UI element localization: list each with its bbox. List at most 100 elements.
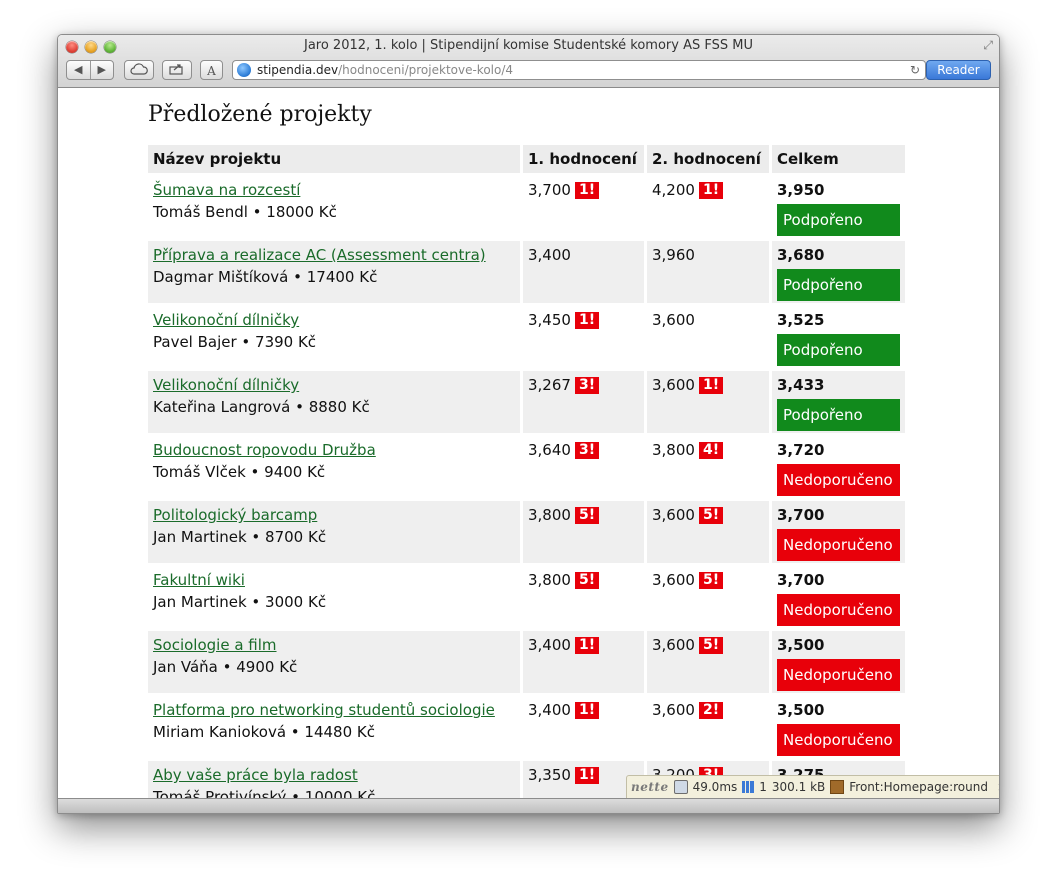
rating2-cell: 4,200 1! <box>647 176 769 238</box>
rating2-score: 3,600 <box>652 506 695 524</box>
reader-button[interactable]: Reader <box>926 60 991 80</box>
warning-badge: 5! <box>574 507 600 524</box>
warning-badge: 1! <box>574 312 600 329</box>
debug-route: Front:Homepage:round <box>849 780 988 794</box>
rating2-cell: 3,600 1! <box>647 371 769 433</box>
total-score: 3,500 <box>777 701 825 719</box>
warning-badge: 3! <box>574 442 600 459</box>
rating1-cell: 3,800 5! <box>523 501 644 563</box>
total-cell: 3,700 Nedoporučeno <box>772 501 905 563</box>
project-cell: Budoucnost ropovodu Družba Tomáš Vlček • … <box>148 436 520 498</box>
project-applicant-amount: Kateřina Langrová • 8880 Kč <box>153 398 370 416</box>
total-cell: 3,500 Nedoporučeno <box>772 631 905 693</box>
back-forward-buttons: ◀ ▶ <box>66 60 114 80</box>
forward-icon[interactable]: ▶ <box>91 61 114 79</box>
projects-table: Název projektu 1. hodnocení 2. hodnocení… <box>145 142 908 798</box>
project-applicant-amount: Dagmar Mištíková • 17400 Kč <box>153 268 378 286</box>
warning-badge: 1! <box>574 702 600 719</box>
total-score: 3,700 <box>777 506 825 524</box>
status-badge: Nedoporučeno <box>777 464 900 496</box>
total-score: 3,433 <box>777 376 825 394</box>
rating1-cell: 3,800 5! <box>523 566 644 628</box>
total-score: 3,500 <box>777 636 825 654</box>
rating1-cell: 3,400 <box>523 241 644 303</box>
column-header-name: Název projektu <box>148 145 520 173</box>
rating1-score: 3,800 <box>528 571 571 589</box>
address-bar[interactable]: stipendia.dev/hodnoceni/projektove-kolo/… <box>232 60 926 80</box>
total-cell: 3,950 Podpořeno <box>772 176 905 238</box>
rating1-score: 3,450 <box>528 311 571 329</box>
project-link[interactable]: Aby vaše práce byla radost <box>153 765 515 786</box>
rating2-cell: 3,600 2! <box>647 696 769 758</box>
column-header-rating2: 2. hodnocení <box>647 145 769 173</box>
status-badge: Nedoporučeno <box>777 594 900 626</box>
address-path: /hodnoceni/projektove-kolo/4 <box>338 63 514 77</box>
project-link[interactable]: Velikonoční dílničky <box>153 310 515 331</box>
warning-badge: 1! <box>574 767 600 784</box>
table-header-row: Název projektu 1. hodnocení 2. hodnocení… <box>148 145 905 173</box>
total-cell: 3,720 Nedoporučeno <box>772 436 905 498</box>
debug-bar-close-button[interactable]: × <box>997 776 999 798</box>
share-button[interactable] <box>162 60 192 80</box>
project-link[interactable]: Politologický barcamp <box>153 505 515 526</box>
cloud-icon <box>130 63 148 75</box>
status-badge: Nedoporučeno <box>777 659 900 691</box>
project-cell: Velikonoční dílničky Kateřina Langrová • … <box>148 371 520 433</box>
project-link[interactable]: Platforma pro networking studentů sociol… <box>153 700 515 721</box>
rating1-score: 3,400 <box>528 636 571 654</box>
table-row: Platforma pro networking studentů sociol… <box>148 696 905 758</box>
project-applicant-amount: Tomáš Bendl • 18000 Kč <box>153 203 337 221</box>
rating1-cell: 3,640 3! <box>523 436 644 498</box>
warning-badge: 5! <box>574 572 600 589</box>
status-badge: Nedoporučeno <box>777 724 900 756</box>
rating1-score: 3,400 <box>528 246 571 264</box>
reload-icon[interactable]: ↻ <box>910 61 920 79</box>
table-row: Fakultní wiki Jan Martinek • 3000 Kč 3,800… <box>148 566 905 628</box>
rating1-cell: 3,267 3! <box>523 371 644 433</box>
total-score: 3,525 <box>777 311 825 329</box>
project-link[interactable]: Šumava na rozcestí <box>153 180 515 201</box>
total-score: 3,680 <box>777 246 825 264</box>
rating2-score: 3,960 <box>652 246 695 264</box>
warning-badge: 4! <box>698 442 724 459</box>
rating2-cell: 3,600 <box>647 306 769 368</box>
rating2-score: 4,200 <box>652 181 695 199</box>
rating1-score: 3,350 <box>528 766 571 784</box>
warning-badge: 1! <box>574 182 600 199</box>
rating1-cell: 3,700 1! <box>523 176 644 238</box>
project-link[interactable]: Budoucnost ropovodu Družba <box>153 440 515 461</box>
project-link[interactable]: Příprava a realizace AC (Assessment cent… <box>153 245 515 266</box>
project-cell: Politologický barcamp Jan Martinek • 8700… <box>148 501 520 563</box>
font-size-button[interactable]: A <box>200 60 223 80</box>
back-icon[interactable]: ◀ <box>67 61 91 79</box>
project-link[interactable]: Sociologie a film <box>153 635 515 656</box>
warning-badge: 5! <box>698 572 724 589</box>
project-link[interactable]: Velikonoční dílničky <box>153 375 515 396</box>
nette-debug-bar[interactable]: nette 49.0ms 1 300.1 kB Front:Homepage:r… <box>626 775 999 799</box>
table-row: Šumava na rozcestí Tomáš Bendl • 18000 Kč… <box>148 176 905 238</box>
warning-badge: 3! <box>574 377 600 394</box>
total-score: 3,950 <box>777 181 825 199</box>
icloud-tabs-button[interactable] <box>124 60 154 80</box>
address-domain: stipendia.dev <box>257 63 339 77</box>
project-applicant-amount: Miriam Kanioková • 14480 Kč <box>153 723 375 741</box>
globe-icon <box>237 63 251 77</box>
page-title: Předložené projekty <box>148 102 372 127</box>
fullscreen-icon[interactable]: ⤢ <box>983 38 993 53</box>
project-applicant-amount: Tomáš Vlček • 9400 Kč <box>153 463 326 481</box>
window-title: Jaro 2012, 1. kolo | Stipendijní komise … <box>303 38 753 53</box>
total-score: 3,720 <box>777 441 825 459</box>
project-cell: Šumava na rozcestí Tomáš Bendl • 18000 Kč <box>148 176 520 238</box>
status-badge: Nedoporučeno <box>777 529 900 561</box>
warning-badge: 5! <box>698 637 724 654</box>
debug-queries: 1 <box>759 780 767 794</box>
rating1-cell: 3,450 1! <box>523 306 644 368</box>
rating1-score: 3,800 <box>528 506 571 524</box>
total-score: 3,700 <box>777 571 825 589</box>
project-link[interactable]: Fakultní wiki <box>153 570 515 591</box>
rating2-score: 3,600 <box>652 376 695 394</box>
project-cell: Sociologie a film Jan Váňa • 4900 Kč <box>148 631 520 693</box>
rating1-cell: 3,400 1! <box>523 631 644 693</box>
status-badge: Podpořeno <box>777 204 900 236</box>
table-row: Velikonoční dílničky Kateřina Langrová • … <box>148 371 905 433</box>
